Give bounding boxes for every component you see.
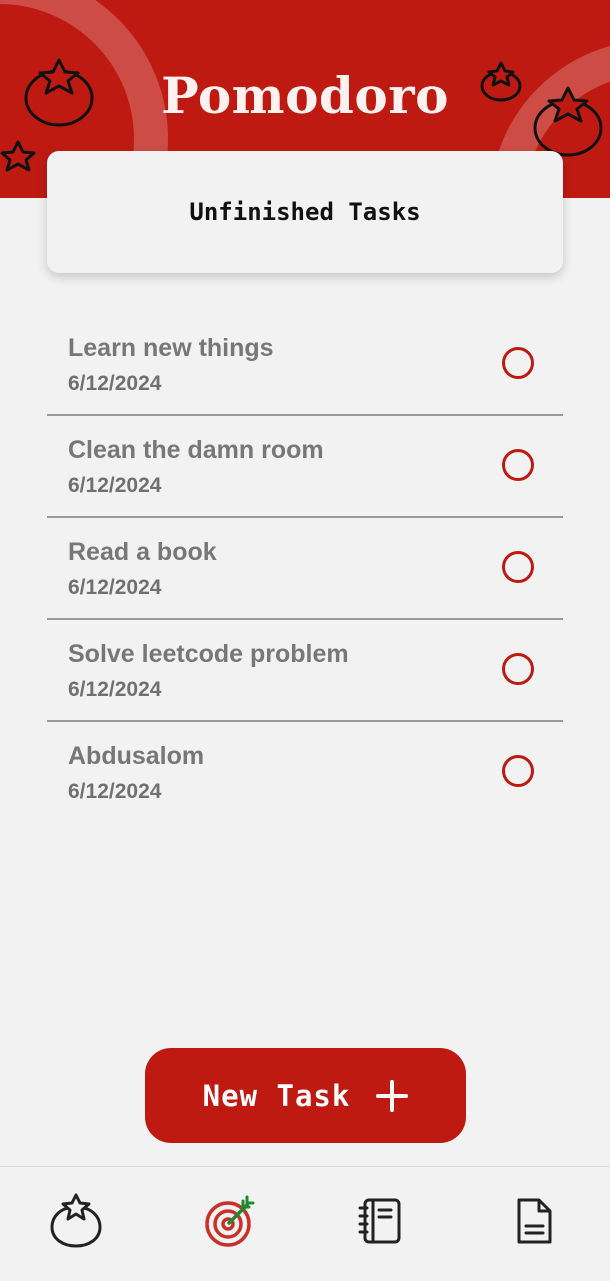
task-name: Abdusalom [68,742,205,770]
unfinished-tasks-card: Unfinished Tasks [47,151,563,273]
complete-task-checkbox[interactable] [502,347,534,379]
list-item[interactable]: Read a book 6/12/2024 [47,518,563,620]
new-task-button[interactable]: New Task [145,1048,466,1143]
task-name: Read a book [68,538,217,566]
task-name: Solve leetcode problem [68,640,349,668]
nav-notebook[interactable] [351,1191,411,1251]
card-title: Unfinished Tasks [189,198,421,226]
task-list: Learn new things 6/12/2024 Clean the dam… [47,314,563,824]
tomato-decoration-icon [0,140,36,172]
list-item[interactable]: Abdusalom 6/12/2024 [47,722,563,824]
nav-tasks[interactable] [199,1191,259,1251]
task-date: 6/12/2024 [68,678,162,701]
task-name: Learn new things [68,334,274,362]
nav-timer[interactable] [46,1191,106,1251]
list-item[interactable]: Clean the damn room 6/12/2024 [47,416,563,518]
task-date: 6/12/2024 [68,372,162,395]
document-icon [517,1198,552,1244]
task-date: 6/12/2024 [68,576,162,599]
list-item[interactable]: Learn new things 6/12/2024 [47,314,563,416]
complete-task-checkbox[interactable] [502,551,534,583]
complete-task-checkbox[interactable] [502,653,534,685]
app-title: Pomodoro [161,66,449,125]
list-item[interactable]: Solve leetcode problem 6/12/2024 [47,620,563,722]
target-icon [205,1195,255,1247]
task-date: 6/12/2024 [68,780,162,803]
new-task-label: New Task [202,1078,351,1113]
notebook-icon [358,1198,401,1244]
bottom-navigation [0,1166,610,1281]
tomato-icon [50,1193,102,1248]
task-date: 6/12/2024 [68,474,162,497]
task-name: Clean the damn room [68,436,324,464]
plus-icon [376,1079,409,1112]
nav-document[interactable] [504,1191,564,1251]
complete-task-checkbox[interactable] [502,449,534,481]
complete-task-checkbox[interactable] [502,755,534,787]
